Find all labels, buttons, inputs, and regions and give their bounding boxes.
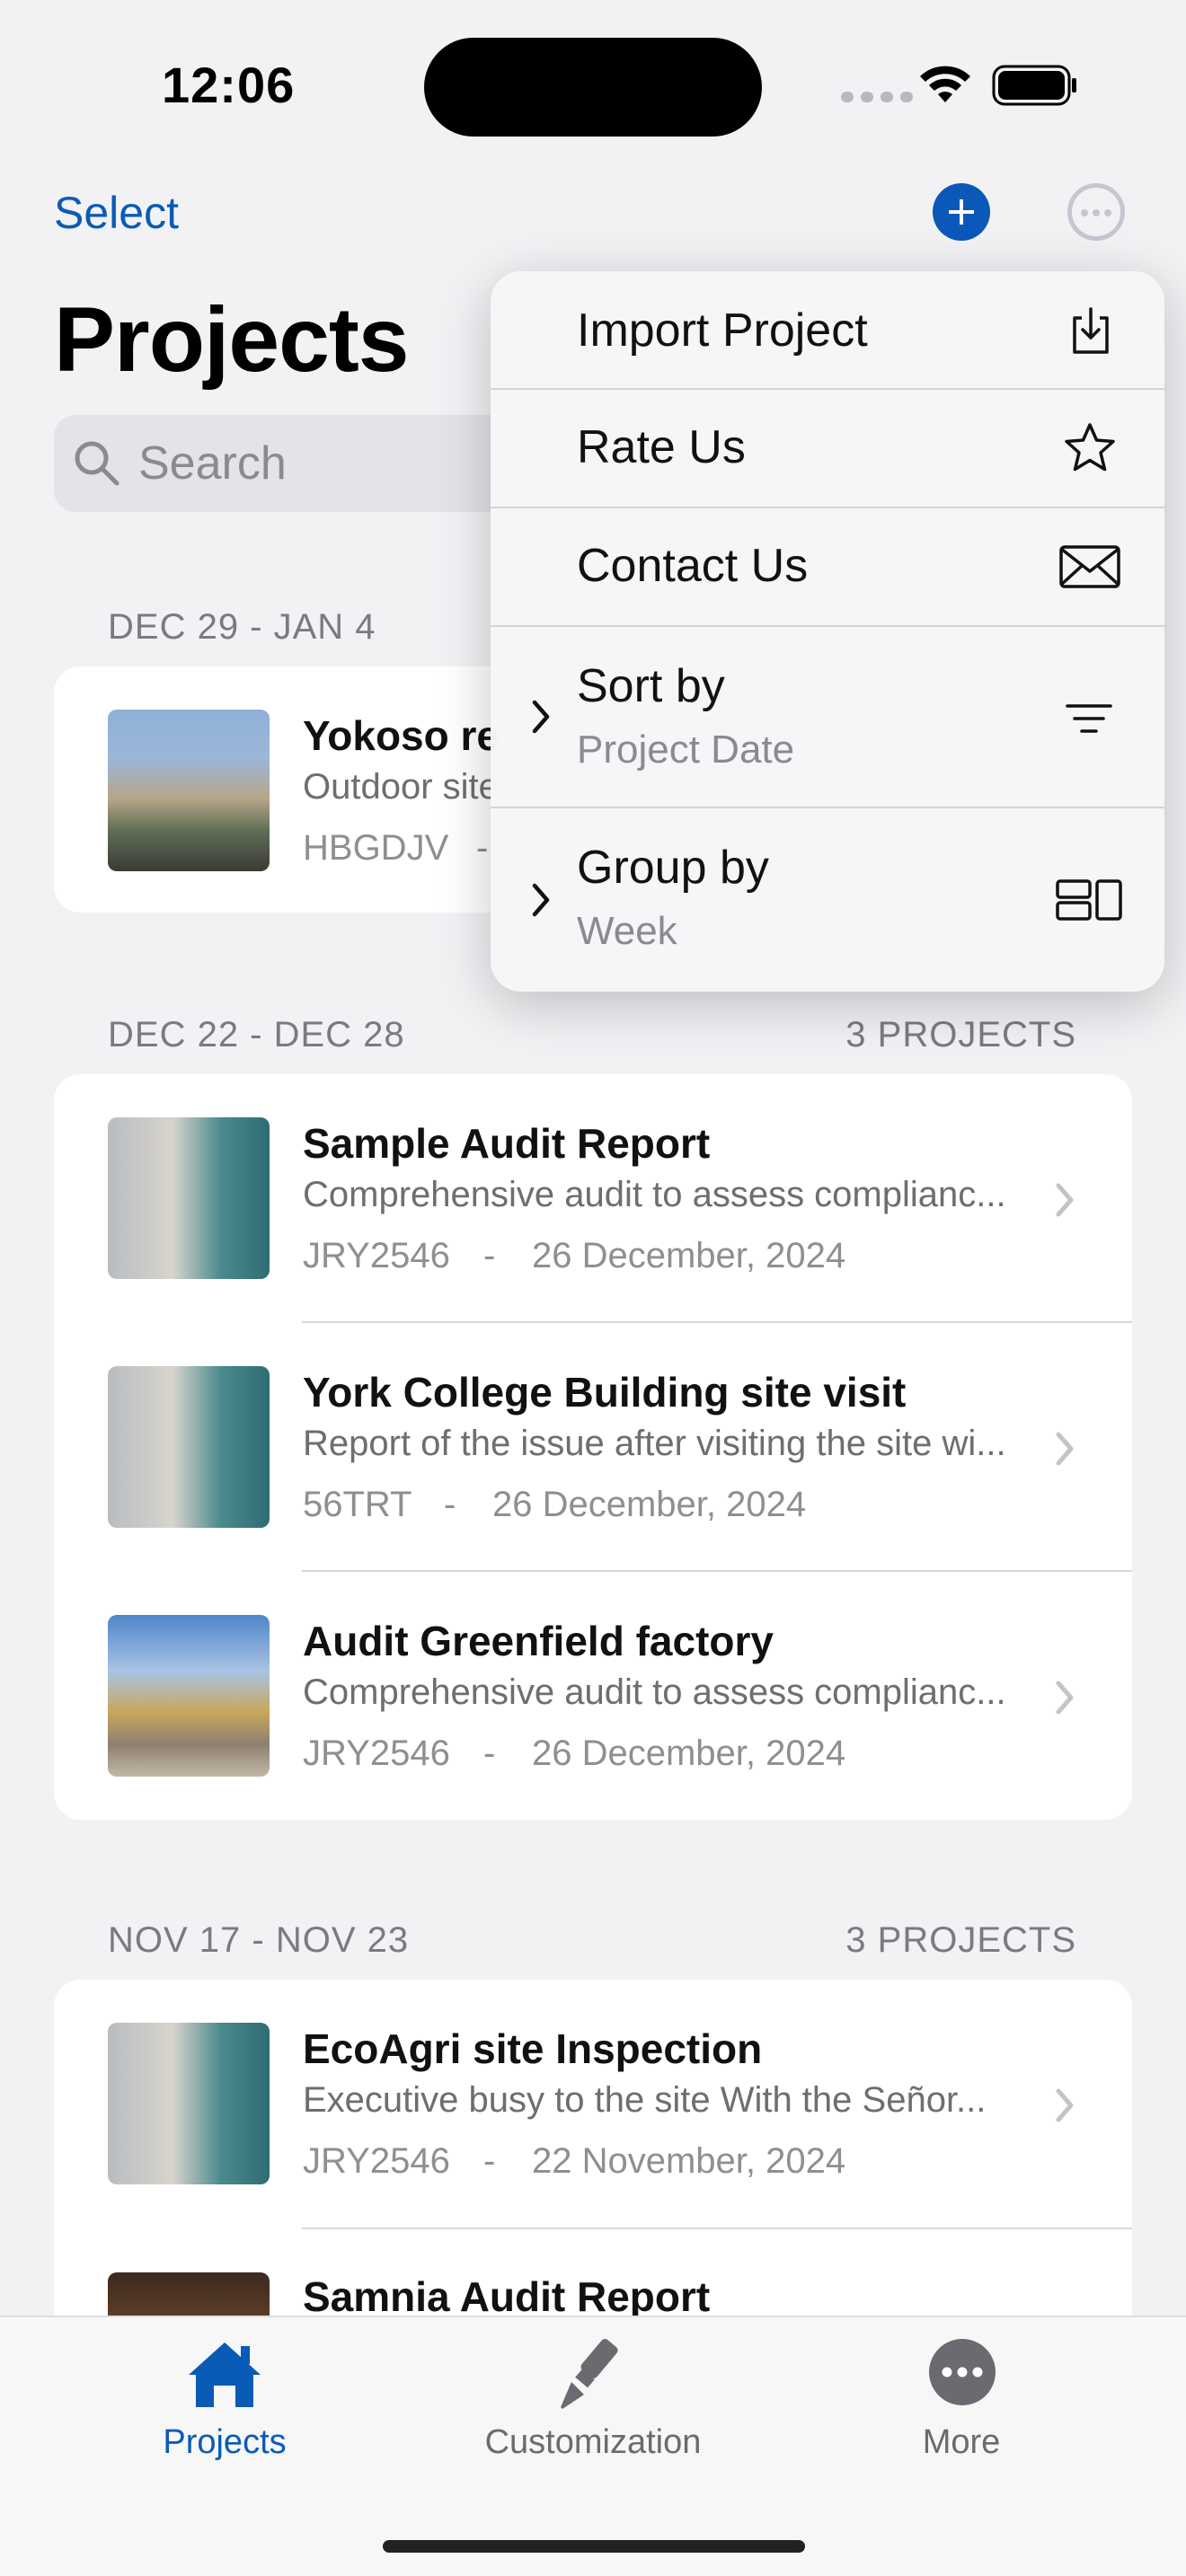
project-title: York College Building site visit [303,1369,907,1416]
chevron-right-icon [1056,1432,1074,1466]
table-row[interactable]: Audit Greenfield factory Comprehensive a… [54,1572,1132,1822]
tab-label: Projects [163,2423,287,2461]
table-row[interactable]: Sample Audit Report Comprehensive audit … [54,1074,1132,1324]
add-project-button[interactable] [933,183,990,241]
menu-item-value: Project Date [577,728,795,772]
chevron-right-icon [532,700,550,734]
project-code: JRY2546 [303,1236,450,1275]
menu-item-label: Contact Us [577,540,809,592]
section-header: DEC 22 - DEC 28 [108,1015,405,1054]
meta-separator: - [476,828,489,868]
table-row[interactable]: EcoAgri site Inspection Executive busy t… [54,1980,1132,2229]
project-thumbnail [108,1615,270,1777]
select-button[interactable]: Select [54,187,179,239]
project-code: JRY2546 [303,1734,450,1773]
group-layout-icon [1056,879,1122,921]
envelope-icon [1059,545,1120,588]
page-title: Projects [54,288,410,391]
project-description: Comprehensive audit to assess complianc.… [303,1175,1006,1214]
project-thumbnail [108,1366,270,1528]
meta-separator: - [483,2141,496,2181]
section-header: DEC 29 - JAN 4 [108,607,376,647]
menu-item-sort-by[interactable]: Sort by Project Date [491,627,1164,807]
project-code: HBGDJV [303,828,449,868]
tab-customization[interactable]: Customization [467,2332,719,2466]
plus-icon [949,199,974,225]
menu-item-group-by[interactable]: Group by Week [491,808,1164,992]
menu-item-import-project[interactable]: Import Project [491,271,1164,388]
menu-item-label: Group by [577,842,769,894]
project-date: 22 November, 2024 [532,2141,846,2181]
project-date: 26 December, 2024 [532,1236,846,1275]
home-indicator [383,2540,805,2553]
project-thumbnail [108,2272,270,2316]
meta-separator: - [483,1734,496,1773]
tab-more[interactable]: More [863,2332,1060,2466]
table-row[interactable]: Samnia Audit Report [54,2229,1132,2316]
project-thumbnail [108,710,270,871]
tab-label: More [922,2423,1001,2461]
chevron-right-icon [1056,1183,1074,1217]
menu-item-contact-us[interactable]: Contact Us [491,508,1164,625]
menu-item-label: Sort by [577,660,725,712]
status-time: 12:06 [162,57,296,113]
house-icon [189,2342,261,2407]
menu-item-rate-us[interactable]: Rate Us [491,390,1164,507]
project-title: EcoAgri site Inspection [303,2025,763,2072]
menu-item-value: Week [577,909,677,953]
project-description: Report of the issue after visiting the s… [303,1424,1006,1463]
project-code: 56TRT [303,1485,412,1524]
project-thumbnail [108,1117,270,1279]
meta-separator: - [444,1485,456,1524]
meta-separator: - [483,1236,496,1275]
project-title: Samnia Audit Report [303,2273,711,2316]
section-count: 3 PROJECTS [845,1015,1076,1054]
chevron-right-icon [1056,1681,1074,1715]
project-date: 26 December, 2024 [532,1734,846,1773]
project-code: JRY2546 [303,2141,450,2181]
project-description: Executive busy to the site With the Seño… [303,2080,987,2120]
more-dots-icon [929,2339,996,2405]
sort-lines-icon [1066,704,1112,733]
cellular-signal-icon [841,92,913,102]
tab-projects[interactable]: Projects [126,2332,323,2466]
project-description: Comprehensive audit to assess complianc.… [303,1672,1006,1712]
search-placeholder: Search [138,437,287,490]
project-title: Yokoso re [303,712,500,759]
more-options-button[interactable] [1067,183,1125,241]
import-icon [1073,307,1109,354]
tab-label: Customization [484,2423,702,2461]
project-title: Sample Audit Report [303,1120,711,1167]
project-date: 26 December, 2024 [492,1485,807,1524]
section-header: NOV 17 - NOV 23 [108,1920,410,1960]
section-count: 3 PROJECTS [845,1920,1076,1960]
project-title: Audit Greenfield factory [303,1618,774,1664]
chevron-right-icon [1056,2088,1074,2122]
search-icon [75,441,119,486]
table-row[interactable]: York College Building site visit Report … [54,1323,1132,1573]
paintbrush-icon [561,2339,618,2409]
chevron-right-icon [532,883,550,917]
battery-icon [992,65,1076,106]
project-thumbnail [108,2023,270,2184]
project-description: Outdoor site [303,767,499,807]
menu-item-label: Rate Us [577,421,746,473]
menu-item-label: Import Project [577,304,868,357]
star-icon [1065,423,1115,472]
dynamic-island [424,38,762,137]
wifi-icon [920,66,970,102]
